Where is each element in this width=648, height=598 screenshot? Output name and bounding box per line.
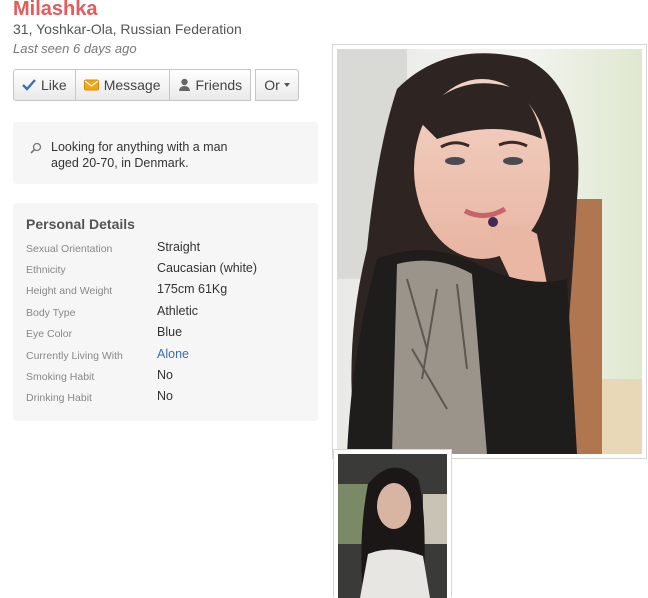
detail-label: Sexual Orientation [26, 243, 113, 255]
detail-value: No [157, 368, 173, 382]
message-button[interactable]: Message [75, 69, 170, 101]
message-icon [83, 79, 99, 91]
like-button[interactable]: Like [13, 69, 76, 101]
profile-name: Milashka [13, 0, 98, 20]
personal-details-title: Personal Details [26, 216, 135, 232]
last-seen: Last seen 6 days ago [13, 41, 137, 56]
detail-row-height-weight: Height and Weight 175cm 61Kg [26, 282, 311, 300]
detail-row-drinking: Drinking Habit No [26, 389, 311, 407]
friends-icon [178, 78, 191, 92]
detail-label: Smoking Habit [26, 371, 95, 383]
thumbnail-image [338, 454, 447, 598]
message-label: Message [103, 77, 161, 93]
action-buttons: Like Message Friends Or [13, 69, 299, 101]
detail-row-sexual-orientation: Sexual Orientation Straight [26, 240, 311, 258]
or-label: Or [264, 77, 280, 93]
looking-for-panel: Looking for anything with a man aged 20-… [13, 122, 318, 184]
friends-button[interactable]: Friends [169, 69, 252, 101]
profile-photo-image [337, 49, 642, 454]
detail-label: Ethnicity [26, 264, 66, 276]
detail-value: Blue [157, 325, 183, 339]
detail-row-body-type: Body Type Athletic [26, 304, 311, 322]
detail-row-living-with: Currently Living With Alone [26, 347, 311, 365]
detail-value: No [157, 389, 173, 403]
living-with-link[interactable]: Alone [157, 347, 189, 361]
detail-row-smoking: Smoking Habit No [26, 368, 311, 386]
detail-label: Drinking Habit [26, 392, 92, 404]
detail-value: Straight [157, 240, 201, 254]
detail-label: Height and Weight [26, 285, 113, 297]
looking-for-text: Looking for anything with a man aged 20-… [51, 140, 228, 170]
search-icon [30, 141, 42, 159]
main-profile-photo[interactable] [332, 44, 647, 459]
or-dropdown-button[interactable]: Or [255, 69, 299, 101]
friends-label: Friends [195, 77, 243, 93]
detail-label: Body Type [26, 307, 76, 319]
detail-label: Eye Color [26, 328, 73, 340]
profile-photo-thumbnail[interactable] [333, 449, 452, 598]
profile-location: 31, Yoshkar-Ola, Russian Federation [13, 21, 242, 37]
detail-row-ethnicity: Ethnicity Caucasian (white) [26, 261, 311, 279]
detail-value: Athletic [157, 304, 198, 318]
check-icon [22, 79, 36, 91]
detail-value: Caucasian (white) [157, 261, 258, 275]
like-label: Like [41, 77, 67, 93]
detail-row-eye-color: Eye Color Blue [26, 325, 311, 343]
personal-details-panel: Personal Details Sexual Orientation Stra… [13, 203, 318, 421]
detail-label: Currently Living With [26, 350, 123, 362]
chevron-down-icon [283, 83, 290, 87]
detail-value: 175cm 61Kg [157, 282, 228, 296]
